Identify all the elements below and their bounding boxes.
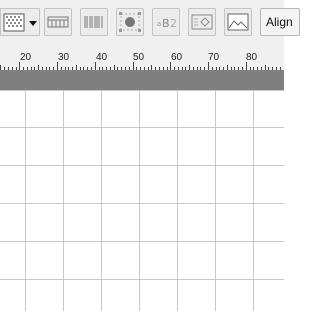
table-icon: [47, 16, 69, 28]
table-button[interactable]: [44, 8, 72, 36]
svg-text:a: a: [157, 20, 161, 28]
ruler-label-60: 60: [171, 52, 183, 63]
barcode-button[interactable]: [80, 8, 108, 36]
toolbar: a B 2 Align: [0, 0, 300, 52]
canvas-grid: [0, 90, 284, 311]
ruler-label-50: 50: [133, 52, 145, 63]
svg-text:2: 2: [170, 17, 177, 30]
ruler-label-20: 20: [20, 52, 32, 63]
ruler-label-80: 80: [246, 52, 258, 63]
image-frame-button[interactable]: [188, 8, 216, 36]
align-button[interactable]: Align: [260, 8, 300, 36]
ruler-label-40: 40: [96, 52, 108, 63]
fill-pattern-dropdown[interactable]: [0, 8, 40, 36]
image-frame-icon: [191, 14, 213, 30]
ruler-label-70: 70: [208, 52, 220, 63]
ruler-label-30: 30: [58, 52, 70, 63]
circle-shape-icon: [119, 12, 141, 32]
horizontal-ruler: 20 30 40 50 60 70 80: [0, 52, 284, 70]
rich-text-button[interactable]: a B 2: [152, 8, 180, 36]
svg-text:B: B: [162, 17, 170, 30]
picture-icon: [227, 13, 249, 31]
rich-text-icon: a B 2: [157, 17, 177, 30]
barcode-icon: [84, 16, 103, 28]
design-canvas[interactable]: [0, 90, 284, 311]
circle-shape-button[interactable]: [116, 8, 144, 36]
page-margin-band: [0, 70, 284, 90]
picture-button[interactable]: [224, 8, 252, 36]
